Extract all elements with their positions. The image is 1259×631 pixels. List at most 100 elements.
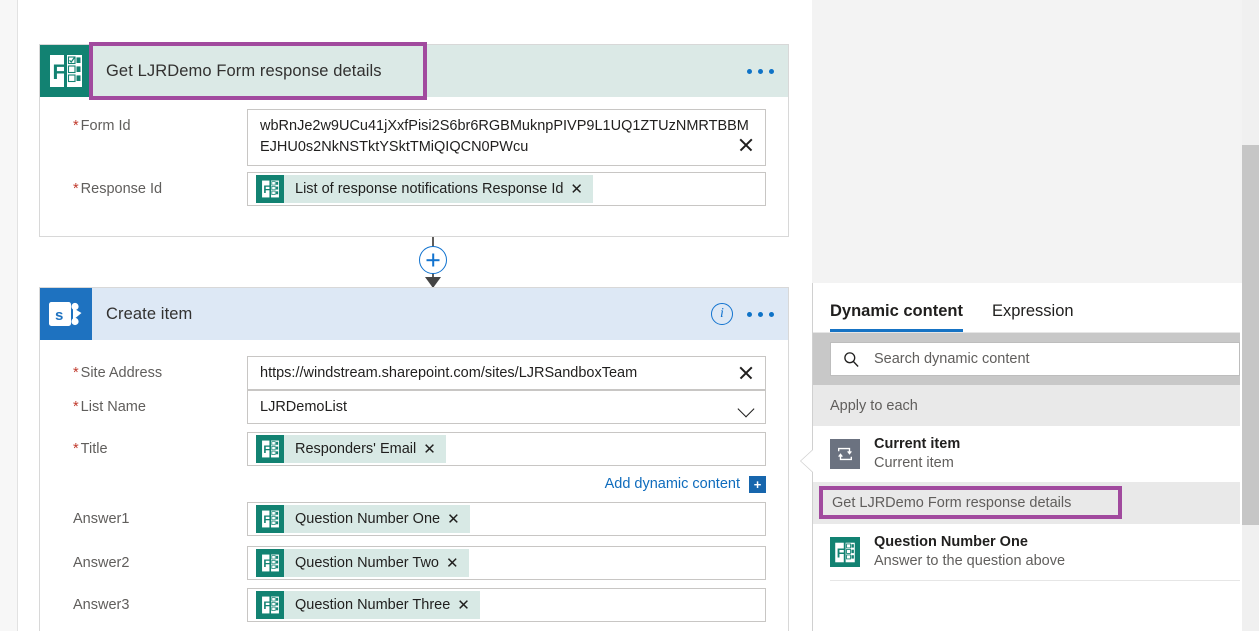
tab-expression[interactable]: Expression <box>992 302 1080 332</box>
search-icon <box>843 351 860 368</box>
page-scrollbar-thumb[interactable] <box>1242 145 1259 525</box>
dynamic-content-item-current-item[interactable]: Current item Current item <box>813 426 1240 482</box>
panel-pointer <box>801 450 813 472</box>
dynamic-content-token[interactable]: F <box>256 505 470 533</box>
svg-text:F: F <box>263 514 270 526</box>
clear-icon[interactable] <box>737 136 755 154</box>
add-dynamic-content-row: Add dynamic content <box>40 466 788 496</box>
field-label-answer1: Answer1 <box>40 502 247 527</box>
dynamic-content-token[interactable]: F <box>256 175 593 203</box>
microsoft-forms-icon: F <box>830 537 860 567</box>
highlight-box-dynamic-group <box>819 486 1122 519</box>
microsoft-forms-icon: F <box>40 45 92 97</box>
forms-card-fields: *Form Id wbRnJe2w9UCu41jXxfPisi2S6br6RGB… <box>40 97 788 197</box>
dynamic-content-item-question-number-one[interactable]: F Question Number One Answer to the ques… <box>813 524 1240 580</box>
field-control-list-name: LJRDemoList <box>247 390 788 424</box>
svg-text:F: F <box>263 444 270 456</box>
field-row-title: *Title F <box>40 424 788 466</box>
designer-canvas: F Get LJRDemo Form response details <box>18 0 811 631</box>
microsoft-forms-icon: F <box>256 175 284 203</box>
field-label-list-name: *List Name <box>40 390 247 415</box>
forms-card-header-actions <box>747 45 774 97</box>
field-row-response-id: *Response Id F <box>40 155 788 197</box>
forms-card-more-options-button[interactable] <box>747 69 774 74</box>
search-container: Search dynamic content <box>813 333 1240 385</box>
sharepoint-icon: s <box>40 288 92 340</box>
item-subtitle: Current item <box>874 453 960 473</box>
answer1-input[interactable]: F <box>247 502 766 536</box>
sharepoint-card-fields: *Site Address https://windstream.sharepo… <box>40 340 788 622</box>
remove-token-icon[interactable]: ✕ <box>423 442 446 457</box>
field-row-site-address: *Site Address https://windstream.sharepo… <box>40 340 788 382</box>
remove-token-icon[interactable]: ✕ <box>447 512 470 527</box>
action-card-create-item[interactable]: s Create item i *Site Address <box>39 287 789 631</box>
field-control-title: F <box>247 432 788 466</box>
flow-connector <box>413 237 453 289</box>
page-scrollbar[interactable] <box>1242 0 1259 631</box>
field-row-answer1: Answer1 F <box>40 496 788 538</box>
remove-token-icon[interactable]: ✕ <box>457 598 480 613</box>
add-dynamic-content-plus-icon[interactable] <box>749 476 766 493</box>
token-label: Question Number Two <box>284 555 446 571</box>
site-address-value: https://windstream.sharepoint.com/sites/… <box>260 365 637 381</box>
tab-dynamic-content[interactable]: Dynamic content <box>830 302 969 332</box>
search-dynamic-content-input[interactable]: Search dynamic content <box>830 342 1240 376</box>
chevron-down-icon[interactable] <box>740 403 753 416</box>
required-asterisk: * <box>73 399 79 415</box>
field-label-title: *Title <box>40 432 247 457</box>
token-label: Question Number One <box>284 511 447 527</box>
required-asterisk: * <box>73 181 79 197</box>
svg-text:F: F <box>263 558 270 570</box>
add-dynamic-content-link[interactable]: Add dynamic content <box>605 476 740 492</box>
action-card-get-form-response-details[interactable]: F Get LJRDemo Form response details <box>39 44 789 237</box>
item-title: Question Number One <box>874 534 1028 550</box>
field-label-response-id: *Response Id <box>40 172 247 197</box>
list-divider <box>830 580 1240 581</box>
title-input[interactable]: F <box>247 432 766 466</box>
microsoft-forms-icon: F <box>256 591 284 619</box>
sharepoint-card-more-options-button[interactable] <box>747 312 774 317</box>
sharepoint-card-header[interactable]: s Create item i <box>40 288 788 340</box>
field-label-answer3: Answer3 <box>40 588 247 613</box>
item-title: Current item <box>874 436 960 452</box>
svg-text:s: s <box>55 307 63 324</box>
dynamic-content-token[interactable]: F <box>256 591 480 619</box>
dynamic-content-group-apply-to-each[interactable]: Apply to each <box>813 385 1240 426</box>
form-id-value-line1: wbRnJe2w9UCu41jXxfPisi2S6br6RGBMuknpPIVP… <box>260 116 753 137</box>
field-control-answer3: F <box>247 588 788 622</box>
dynamic-content-token[interactable]: F <box>256 549 469 577</box>
clear-icon[interactable] <box>737 364 755 382</box>
info-icon[interactable]: i <box>711 303 733 325</box>
list-name-dropdown[interactable]: LJRDemoList <box>247 390 766 424</box>
left-gutter <box>0 0 17 631</box>
right-background <box>812 0 1259 283</box>
microsoft-forms-icon: F <box>256 435 284 463</box>
svg-text:F: F <box>263 184 270 196</box>
token-label: Question Number Three <box>284 597 457 613</box>
field-row-answer3: Answer3 F <box>40 580 788 622</box>
token-label: List of response notifications Response … <box>284 181 570 197</box>
field-control-answer2: F <box>247 546 788 580</box>
microsoft-forms-icon: F <box>256 549 284 577</box>
field-label-site-address: *Site Address <box>40 356 247 381</box>
response-id-input[interactable]: F <box>247 172 766 206</box>
field-row-form-id: *Form Id wbRnJe2w9UCu41jXxfPisi2S6br6RGB… <box>40 97 788 155</box>
sharepoint-card-header-actions: i <box>711 288 774 340</box>
answer2-input[interactable]: F <box>247 546 766 580</box>
remove-token-icon[interactable]: ✕ <box>446 556 469 571</box>
microsoft-forms-icon: F <box>256 505 284 533</box>
field-label-answer2: Answer2 <box>40 546 247 571</box>
insert-step-button[interactable] <box>419 246 447 274</box>
loop-icon <box>830 439 860 469</box>
token-label: Responders' Email <box>284 441 423 457</box>
answer3-input[interactable]: F <box>247 588 766 622</box>
flow-designer-screen: F Get LJRDemo Form response details <box>0 0 1259 631</box>
required-asterisk: * <box>73 118 79 134</box>
remove-token-icon[interactable]: ✕ <box>570 182 593 197</box>
forms-card-header[interactable]: F Get LJRDemo Form response details <box>40 45 788 97</box>
search-placeholder: Search dynamic content <box>860 351 1030 367</box>
required-asterisk: * <box>73 365 79 381</box>
dynamic-content-token[interactable]: F <box>256 435 446 463</box>
dynamic-content-item-text: Question Number One Answer to the questi… <box>860 533 1065 571</box>
dynamic-content-group-get-form-response-details[interactable]: Get LJRDemo Form response details <box>813 482 1240 524</box>
